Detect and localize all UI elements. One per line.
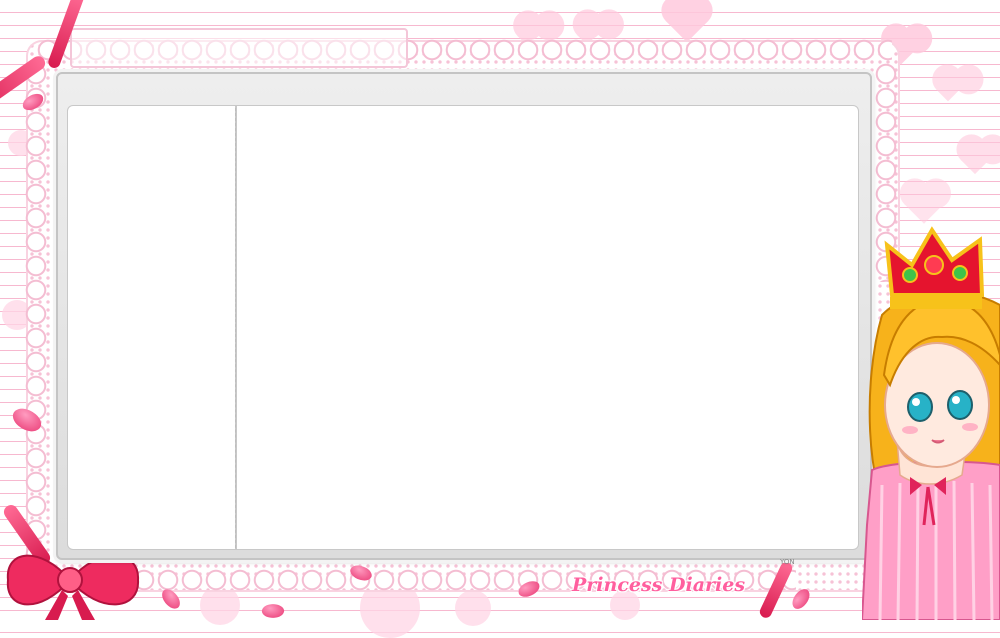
heart-icon xyxy=(665,0,709,43)
rose-petal-icon xyxy=(260,602,286,620)
app-title: Princess Diaries xyxy=(572,574,746,596)
sidebar-panel xyxy=(67,105,236,550)
princess-illustration xyxy=(862,226,1000,620)
header-strip xyxy=(70,28,408,68)
panel-divider xyxy=(235,108,236,548)
crown-icon xyxy=(884,226,985,309)
content-panel xyxy=(236,105,859,550)
artist-signature: YON xyxy=(780,558,795,566)
heart-icon xyxy=(904,184,944,224)
bubble-decoration xyxy=(455,590,491,626)
heart-icon xyxy=(960,145,990,175)
heart-icon xyxy=(936,78,960,102)
lace-border-left xyxy=(24,62,48,568)
